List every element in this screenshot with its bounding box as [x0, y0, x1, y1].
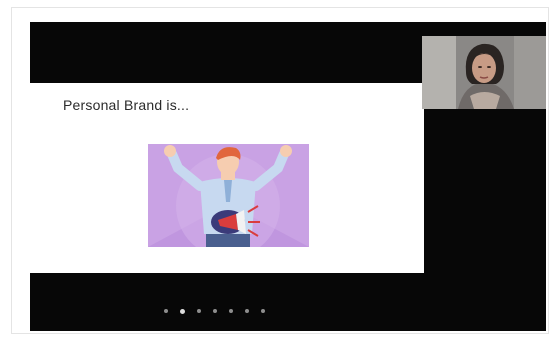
speaker-webcam-icon[interactable] [422, 36, 546, 109]
shared-slide: Personal Brand is... [30, 83, 424, 273]
page-dot[interactable] [164, 309, 168, 313]
person-with-megaphone-icon [148, 144, 309, 247]
page-dot[interactable] [213, 309, 217, 313]
speaker-video-feed [422, 36, 546, 109]
slide-title: Personal Brand is... [63, 97, 190, 113]
page-dot[interactable] [245, 309, 249, 313]
page-dot[interactable] [197, 309, 201, 313]
slide-pagination [164, 305, 294, 317]
page-dot[interactable] [229, 309, 233, 313]
page-dot[interactable] [261, 309, 265, 313]
page-dot-active[interactable] [180, 308, 185, 314]
